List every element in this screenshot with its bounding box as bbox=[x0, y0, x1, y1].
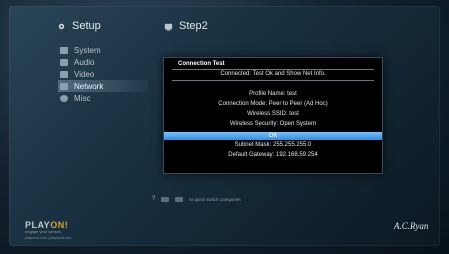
playon-logo: PLAYON! engage your senses playonhd.com … bbox=[25, 220, 71, 240]
connection-test-dialog: Connection Test Connected: Test Ok and S… bbox=[163, 57, 383, 174]
help-icon: ? bbox=[152, 196, 156, 202]
navigation-hint: ? to quick switch categories bbox=[152, 196, 241, 202]
logo-url: playonhd.com | playonhd.com bbox=[25, 236, 72, 240]
acryan-logo: A.C.Ryan bbox=[394, 221, 429, 231]
hint-text: to quick switch categories bbox=[189, 196, 241, 202]
remote-button-icon bbox=[161, 196, 170, 202]
network-step-icon bbox=[164, 23, 173, 31]
sidebar-item-label: Network bbox=[74, 81, 104, 91]
video-icon bbox=[60, 70, 68, 78]
connection-mode: Connection Mode: Peer to Peer (Ad Hoc) bbox=[218, 101, 328, 107]
setup-gear-icon bbox=[58, 23, 65, 29]
sidebar-item-audio[interactable]: Audio bbox=[58, 56, 148, 68]
setup-sidebar: System Audio Video Network Misc bbox=[58, 44, 148, 104]
setup-header: Setup bbox=[57, 20, 101, 32]
step-title: Step2 bbox=[179, 20, 208, 32]
dialog-title: Connection Test bbox=[178, 61, 225, 67]
sidebar-item-label: Misc bbox=[74, 93, 91, 103]
profile-name: Profile Name: test bbox=[249, 91, 297, 97]
default-gateway: Default Gateway: 192.168.59.254 bbox=[228, 152, 318, 158]
sidebar-item-misc[interactable]: Misc bbox=[58, 92, 148, 104]
sidebar-item-label: Audio bbox=[74, 57, 95, 67]
network-icon bbox=[60, 82, 68, 90]
dialog-divider bbox=[172, 80, 374, 81]
subnet-mask: Subnet Mask: 255.255.255.0 bbox=[234, 142, 312, 148]
step-header: Step2 bbox=[164, 20, 208, 32]
misc-icon bbox=[60, 94, 68, 102]
audio-icon bbox=[60, 58, 68, 66]
wireless-security: Wireless Security: Open System bbox=[229, 121, 317, 127]
sidebar-item-network[interactable]: Network bbox=[58, 80, 148, 92]
sidebar-item-label: Video bbox=[74, 69, 95, 79]
setup-title: Setup bbox=[72, 20, 101, 32]
sidebar-item-system[interactable]: System bbox=[58, 44, 148, 56]
dialog-divider bbox=[172, 69, 374, 70]
remote-button-icon bbox=[175, 196, 184, 202]
wireless-ssid: Wireless SSID: test bbox=[247, 111, 299, 117]
sidebar-item-video[interactable]: Video bbox=[58, 68, 148, 80]
connection-status: Connected: Test Ok and Show Net Info. bbox=[220, 71, 326, 77]
system-icon bbox=[60, 46, 68, 54]
sidebar-item-label: System bbox=[74, 45, 101, 55]
ok-button[interactable]: OK bbox=[164, 132, 382, 140]
